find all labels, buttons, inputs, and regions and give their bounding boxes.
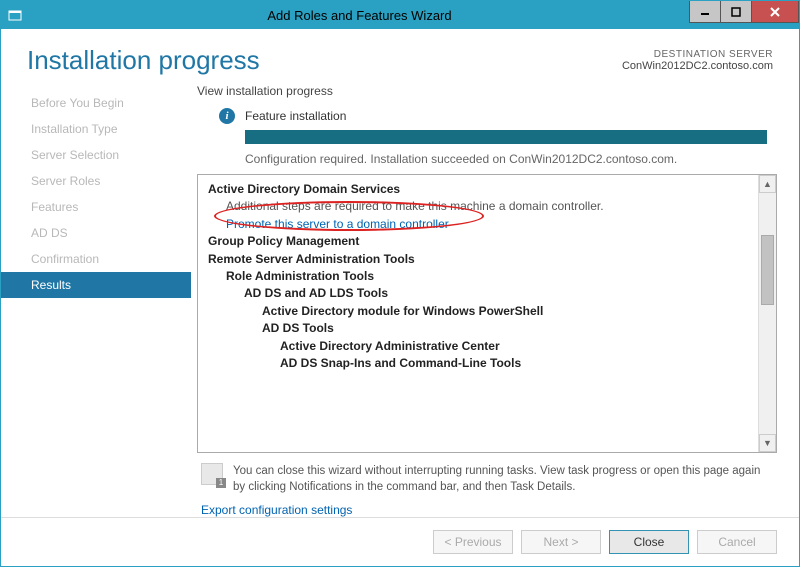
view-progress-label: View installation progress: [197, 84, 777, 98]
destination-info: DESTINATION SERVER ConWin2012DC2.contoso…: [622, 45, 773, 72]
results-box: Active Directory Domain Services Additio…: [197, 174, 777, 453]
result-gpm: Group Policy Management: [208, 233, 754, 250]
window-title: Add Roles and Features Wizard: [29, 8, 690, 23]
close-button[interactable]: Close: [609, 530, 689, 554]
result-adds-heading: Active Directory Domain Services: [208, 181, 754, 198]
result-adds-subtext: Additional steps are required to make th…: [208, 198, 754, 215]
scroll-up-icon[interactable]: ▲: [759, 175, 776, 193]
app-icon: [7, 7, 23, 23]
scroll-down-icon[interactable]: ▼: [759, 434, 776, 452]
results-tree: Active Directory Domain Services Additio…: [198, 175, 758, 452]
minimize-button[interactable]: [689, 1, 721, 23]
feature-installation-label: Feature installation: [245, 109, 346, 123]
cancel-button: Cancel: [697, 530, 777, 554]
export-settings-link[interactable]: Export configuration settings: [197, 501, 777, 517]
results-scrollbar[interactable]: ▲ ▼: [758, 175, 776, 452]
feature-status-row: i Feature installation: [197, 108, 777, 124]
promote-server-link[interactable]: Promote this server to a domain controll…: [208, 216, 754, 233]
header: Installation progress DESTINATION SERVER…: [1, 29, 799, 84]
destination-server: ConWin2012DC2.contoso.com: [622, 60, 773, 72]
progress-bar-wrap: [197, 130, 777, 144]
window-controls: [690, 1, 799, 29]
step-before-you-begin: Before You Begin: [1, 90, 191, 116]
titlebar: Add Roles and Features Wizard: [1, 1, 799, 29]
footer-note: You can close this wizard without interr…: [197, 461, 777, 501]
step-results: Results: [1, 272, 191, 298]
previous-button: < Previous: [433, 530, 513, 554]
step-ad-ds: AD DS: [1, 220, 191, 246]
destination-label: DESTINATION SERVER: [622, 49, 773, 60]
result-adds-lds: AD DS and AD LDS Tools: [208, 285, 754, 302]
next-button: Next >: [521, 530, 601, 554]
info-icon: i: [219, 108, 235, 124]
main-panel: View installation progress i Feature ins…: [191, 84, 799, 517]
result-adac: Active Directory Administrative Center: [208, 338, 754, 355]
step-installation-type: Installation Type: [1, 116, 191, 142]
step-confirmation: Confirmation: [1, 246, 191, 272]
maximize-button[interactable]: [720, 1, 752, 23]
step-server-roles: Server Roles: [1, 168, 191, 194]
progress-bar: [245, 130, 767, 144]
close-window-button[interactable]: [751, 1, 799, 23]
configuration-message: Configuration required. Installation suc…: [197, 152, 777, 174]
result-adds-tools: AD DS Tools: [208, 320, 754, 337]
step-features: Features: [1, 194, 191, 220]
notifications-flag-icon: [201, 463, 223, 485]
page-title: Installation progress: [27, 45, 622, 76]
button-bar: < Previous Next > Close Cancel: [1, 517, 799, 566]
result-ad-powershell: Active Directory module for Windows Powe…: [208, 303, 754, 320]
wizard-steps-sidebar: Before You Begin Installation Type Serve…: [1, 84, 191, 517]
result-rsat: Remote Server Administration Tools: [208, 251, 754, 268]
footer-note-text: You can close this wizard without interr…: [233, 463, 773, 495]
wizard-window: Add Roles and Features Wizard Installati…: [0, 0, 800, 567]
result-snapins: AD DS Snap-Ins and Command-Line Tools: [208, 355, 754, 372]
scroll-thumb[interactable]: [761, 235, 774, 305]
step-server-selection: Server Selection: [1, 142, 191, 168]
result-rat: Role Administration Tools: [208, 268, 754, 285]
